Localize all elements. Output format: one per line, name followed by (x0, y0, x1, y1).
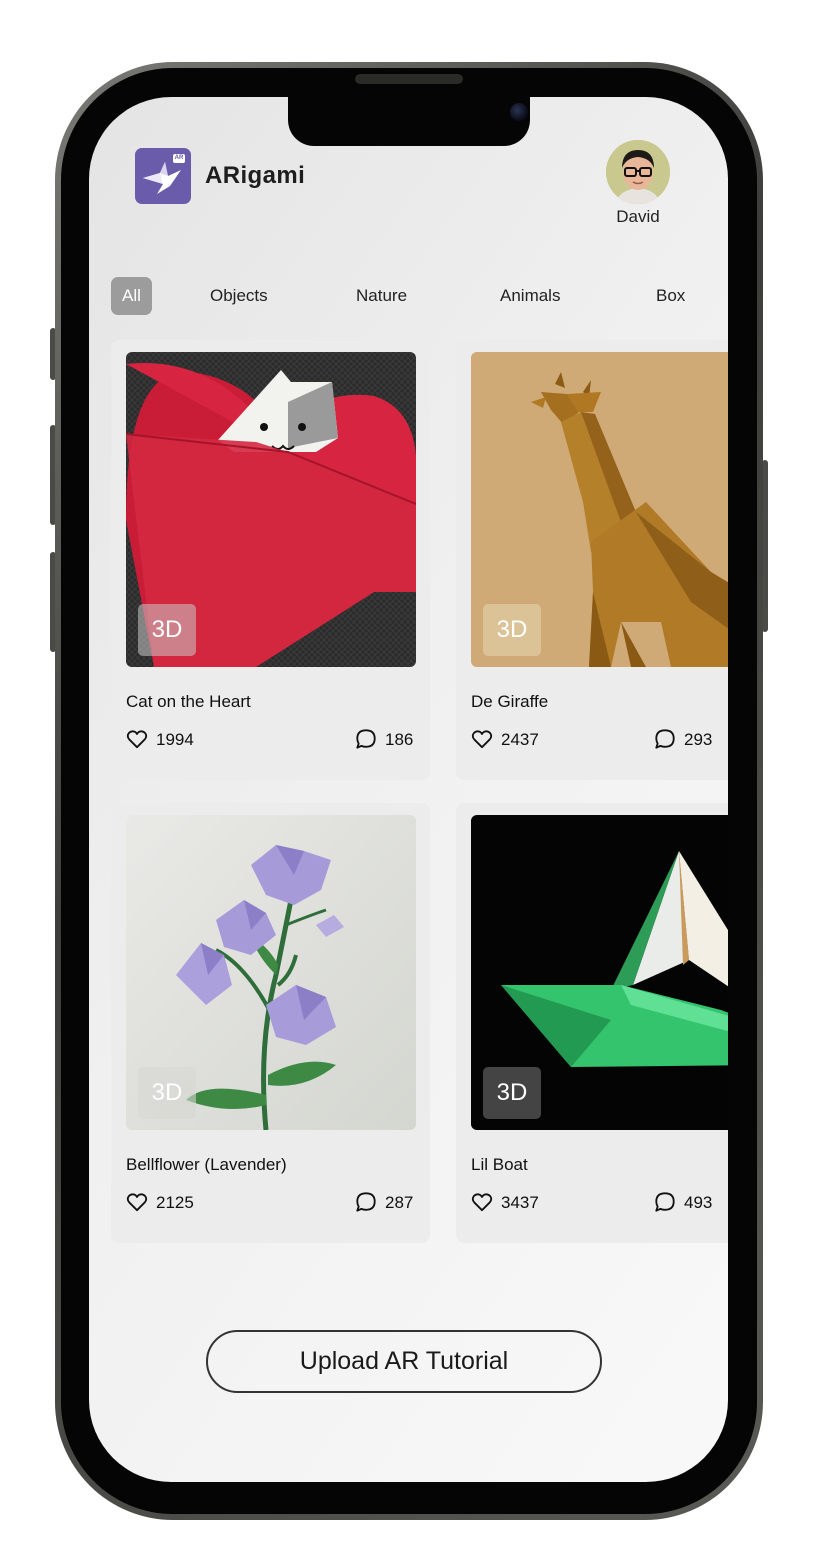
tab-all[interactable]: All (111, 277, 152, 315)
comment-count[interactable]: 493 (654, 1191, 712, 1215)
like-count-value: 3437 (501, 1193, 539, 1212)
upload-ar-tutorial-button[interactable]: Upload AR Tutorial (206, 1330, 602, 1393)
comment-count-value: 287 (385, 1193, 414, 1212)
tutorial-card[interactable]: 3D Bellflower (Lavender) 2125 287 (111, 803, 430, 1243)
like-count-value: 1994 (156, 730, 194, 749)
comment-count[interactable]: 287 (355, 1191, 413, 1215)
comment-count-value: 186 (385, 730, 414, 749)
comment-bubble-icon (356, 1192, 376, 1212)
tutorial-image: 3D (126, 352, 416, 667)
3d-badge: 3D (138, 604, 196, 656)
comment-count-value: 293 (684, 730, 713, 749)
front-camera (510, 103, 528, 121)
tab-box[interactable]: Box (656, 277, 685, 315)
comment-bubble-icon (655, 1192, 675, 1212)
tutorial-image: 3D (126, 815, 416, 1130)
comment-bubble-icon (356, 729, 376, 749)
tab-nature[interactable]: Nature (356, 277, 407, 315)
card-title: Bellflower (Lavender) (126, 1155, 287, 1174)
tutorial-card[interactable]: 3D Cat on the Heart 1994 186 (111, 340, 430, 780)
like-count[interactable]: 2437 (471, 728, 539, 752)
card-title: Lil Boat (471, 1155, 528, 1174)
heart-icon (471, 1193, 493, 1212)
avatar[interactable] (606, 140, 670, 204)
app-title: ARigami (205, 162, 306, 189)
camera-notch (288, 97, 530, 146)
card-title: De Giraffe (471, 692, 549, 711)
3d-badge: 3D (483, 1067, 541, 1119)
tutorial-card[interactable]: 3D De Giraffe 2437 293 (456, 340, 728, 780)
heart-icon (471, 730, 493, 749)
comment-bubble-icon (655, 729, 675, 749)
card-title: Cat on the Heart (126, 692, 251, 711)
comment-count-value: 493 (684, 1193, 713, 1212)
user-name: David (616, 207, 660, 226)
heart-icon (126, 1193, 148, 1212)
earpiece-speaker (355, 74, 463, 84)
comment-count[interactable]: 293 (654, 728, 712, 752)
app-screen: AR ARigami David All Objects Nature Anim… (89, 97, 728, 1482)
heart-icon (126, 730, 148, 749)
3d-badge: 3D (483, 604, 541, 656)
comment-count[interactable]: 186 (355, 728, 413, 752)
like-count[interactable]: 2125 (126, 1191, 194, 1215)
user-photo (606, 140, 670, 204)
like-count-value: 2125 (156, 1193, 194, 1212)
app-logo[interactable]: AR (135, 148, 191, 204)
ar-badge: AR (173, 154, 185, 163)
tab-animals[interactable]: Animals (500, 277, 560, 315)
3d-badge: 3D (138, 1067, 196, 1119)
like-count[interactable]: 1994 (126, 728, 194, 752)
tab-objects[interactable]: Objects (210, 277, 268, 315)
tutorial-image: 3D (471, 352, 728, 667)
tutorial-card[interactable]: 3D Lil Boat 3437 493 (456, 803, 728, 1243)
like-count-value: 2437 (501, 730, 539, 749)
like-count[interactable]: 3437 (471, 1191, 539, 1215)
tutorial-image: 3D (471, 815, 728, 1130)
